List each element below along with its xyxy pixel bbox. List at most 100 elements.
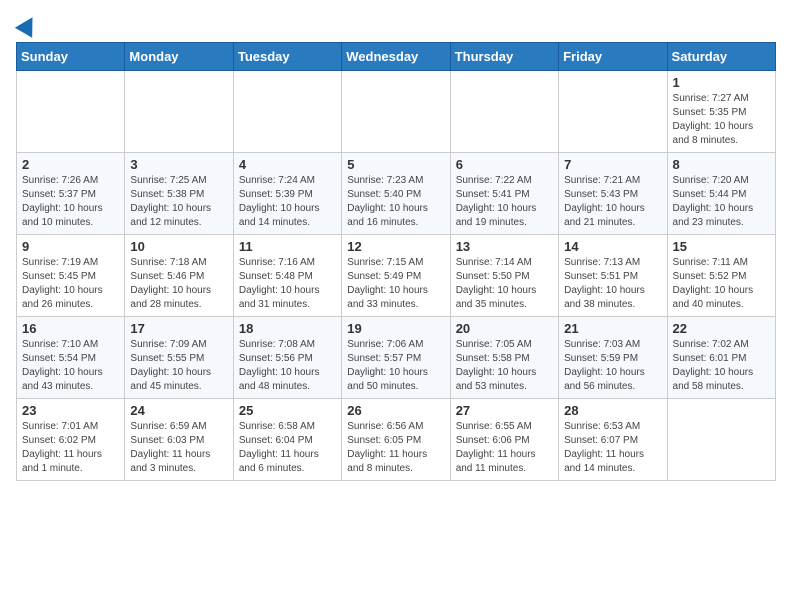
day-number: 15 bbox=[673, 239, 770, 254]
day-info: Sunrise: 7:24 AM Sunset: 5:39 PM Dayligh… bbox=[239, 174, 336, 230]
day-info: Sunrise: 7:06 AM Sunset: 5:57 PM Dayligh… bbox=[347, 338, 444, 394]
day-number: 4 bbox=[239, 157, 336, 172]
calendar-cell: 1 Sunrise: 7:27 AM Sunset: 5:35 PM Daylig… bbox=[667, 71, 775, 153]
calendar-week-4: 16 Sunrise: 7:10 AM Sunset: 5:54 PM Dayli… bbox=[17, 317, 776, 399]
calendar-week-1: 1 Sunrise: 7:27 AM Sunset: 5:35 PM Daylig… bbox=[17, 71, 776, 153]
page-header bbox=[16, 16, 776, 34]
calendar-cell: 5 Sunrise: 7:23 AM Sunset: 5:40 PM Daylig… bbox=[342, 153, 450, 235]
day-number: 24 bbox=[130, 403, 227, 418]
day-info: Sunrise: 7:21 AM Sunset: 5:43 PM Dayligh… bbox=[564, 174, 661, 230]
calendar-week-2: 2 Sunrise: 7:26 AM Sunset: 5:37 PM Daylig… bbox=[17, 153, 776, 235]
calendar-cell: 20 Sunrise: 7:05 AM Sunset: 5:58 PM Dayli… bbox=[450, 317, 558, 399]
day-info: Sunrise: 7:22 AM Sunset: 5:41 PM Dayligh… bbox=[456, 174, 553, 230]
calendar-cell: 12 Sunrise: 7:15 AM Sunset: 5:49 PM Dayli… bbox=[342, 235, 450, 317]
day-number: 18 bbox=[239, 321, 336, 336]
day-info: Sunrise: 7:10 AM Sunset: 5:54 PM Dayligh… bbox=[22, 338, 119, 394]
day-number: 8 bbox=[673, 157, 770, 172]
calendar-cell: 4 Sunrise: 7:24 AM Sunset: 5:39 PM Daylig… bbox=[233, 153, 341, 235]
calendar-cell: 9 Sunrise: 7:19 AM Sunset: 5:45 PM Daylig… bbox=[17, 235, 125, 317]
calendar-cell bbox=[17, 71, 125, 153]
day-info: Sunrise: 7:14 AM Sunset: 5:50 PM Dayligh… bbox=[456, 256, 553, 312]
day-number: 14 bbox=[564, 239, 661, 254]
day-info: Sunrise: 6:56 AM Sunset: 6:05 PM Dayligh… bbox=[347, 420, 444, 476]
calendar-table: SundayMondayTuesdayWednesdayThursdayFrid… bbox=[16, 42, 776, 481]
day-info: Sunrise: 6:59 AM Sunset: 6:03 PM Dayligh… bbox=[130, 420, 227, 476]
day-number: 25 bbox=[239, 403, 336, 418]
calendar-cell: 2 Sunrise: 7:26 AM Sunset: 5:37 PM Daylig… bbox=[17, 153, 125, 235]
calendar-cell: 7 Sunrise: 7:21 AM Sunset: 5:43 PM Daylig… bbox=[559, 153, 667, 235]
day-header-monday: Monday bbox=[125, 43, 233, 71]
calendar-cell: 8 Sunrise: 7:20 AM Sunset: 5:44 PM Daylig… bbox=[667, 153, 775, 235]
day-info: Sunrise: 7:26 AM Sunset: 5:37 PM Dayligh… bbox=[22, 174, 119, 230]
calendar-cell: 13 Sunrise: 7:14 AM Sunset: 5:50 PM Dayli… bbox=[450, 235, 558, 317]
calendar-cell: 6 Sunrise: 7:22 AM Sunset: 5:41 PM Daylig… bbox=[450, 153, 558, 235]
calendar-header-row: SundayMondayTuesdayWednesdayThursdayFrid… bbox=[17, 43, 776, 71]
calendar-cell: 16 Sunrise: 7:10 AM Sunset: 5:54 PM Dayli… bbox=[17, 317, 125, 399]
calendar-cell: 22Sunrise: 7:02 AM Sunset: 6:01 PM Dayli… bbox=[667, 317, 775, 399]
calendar-cell: 21 Sunrise: 7:03 AM Sunset: 5:59 PM Dayli… bbox=[559, 317, 667, 399]
day-info: Sunrise: 7:08 AM Sunset: 5:56 PM Dayligh… bbox=[239, 338, 336, 394]
day-header-wednesday: Wednesday bbox=[342, 43, 450, 71]
day-number: 23 bbox=[22, 403, 119, 418]
day-number: 1 bbox=[673, 75, 770, 90]
day-number: 20 bbox=[456, 321, 553, 336]
day-number: 9 bbox=[22, 239, 119, 254]
day-number: 12 bbox=[347, 239, 444, 254]
day-info: Sunrise: 7:23 AM Sunset: 5:40 PM Dayligh… bbox=[347, 174, 444, 230]
calendar-cell: 23 Sunrise: 7:01 AM Sunset: 6:02 PM Dayli… bbox=[17, 399, 125, 481]
day-header-saturday: Saturday bbox=[667, 43, 775, 71]
day-info: Sunrise: 6:55 AM Sunset: 6:06 PM Dayligh… bbox=[456, 420, 553, 476]
calendar-week-5: 23 Sunrise: 7:01 AM Sunset: 6:02 PM Dayli… bbox=[17, 399, 776, 481]
calendar-cell bbox=[667, 399, 775, 481]
calendar-cell bbox=[450, 71, 558, 153]
day-number: 11 bbox=[239, 239, 336, 254]
day-number: 6 bbox=[456, 157, 553, 172]
day-info: Sunrise: 7:20 AM Sunset: 5:44 PM Dayligh… bbox=[673, 174, 770, 230]
calendar-cell: 24 Sunrise: 6:59 AM Sunset: 6:03 PM Dayli… bbox=[125, 399, 233, 481]
calendar-cell: 10 Sunrise: 7:18 AM Sunset: 5:46 PM Dayli… bbox=[125, 235, 233, 317]
calendar-cell bbox=[342, 71, 450, 153]
day-header-friday: Friday bbox=[559, 43, 667, 71]
calendar-cell: 27 Sunrise: 6:55 AM Sunset: 6:06 PM Dayli… bbox=[450, 399, 558, 481]
day-header-tuesday: Tuesday bbox=[233, 43, 341, 71]
day-info: Sunrise: 7:18 AM Sunset: 5:46 PM Dayligh… bbox=[130, 256, 227, 312]
day-header-sunday: Sunday bbox=[17, 43, 125, 71]
day-info: Sunrise: 6:53 AM Sunset: 6:07 PM Dayligh… bbox=[564, 420, 661, 476]
day-number: 7 bbox=[564, 157, 661, 172]
calendar-cell: 26Sunrise: 6:56 AM Sunset: 6:05 PM Dayli… bbox=[342, 399, 450, 481]
day-info: Sunrise: 6:58 AM Sunset: 6:04 PM Dayligh… bbox=[239, 420, 336, 476]
day-info: Sunrise: 7:02 AM Sunset: 6:01 PM Dayligh… bbox=[673, 338, 770, 394]
day-info: Sunrise: 7:05 AM Sunset: 5:58 PM Dayligh… bbox=[456, 338, 553, 394]
day-info: Sunrise: 7:03 AM Sunset: 5:59 PM Dayligh… bbox=[564, 338, 661, 394]
day-number: 21 bbox=[564, 321, 661, 336]
calendar-cell: 19 Sunrise: 7:06 AM Sunset: 5:57 PM Dayli… bbox=[342, 317, 450, 399]
calendar-cell: 14 Sunrise: 7:13 AM Sunset: 5:51 PM Dayli… bbox=[559, 235, 667, 317]
day-info: Sunrise: 7:13 AM Sunset: 5:51 PM Dayligh… bbox=[564, 256, 661, 312]
day-number: 5 bbox=[347, 157, 444, 172]
day-info: Sunrise: 7:25 AM Sunset: 5:38 PM Dayligh… bbox=[130, 174, 227, 230]
calendar-cell: 11Sunrise: 7:16 AM Sunset: 5:48 PM Dayli… bbox=[233, 235, 341, 317]
calendar-cell bbox=[559, 71, 667, 153]
day-number: 27 bbox=[456, 403, 553, 418]
day-info: Sunrise: 7:27 AM Sunset: 5:35 PM Dayligh… bbox=[673, 92, 770, 148]
day-info: Sunrise: 7:11 AM Sunset: 5:52 PM Dayligh… bbox=[673, 256, 770, 312]
day-number: 28 bbox=[564, 403, 661, 418]
day-number: 2 bbox=[22, 157, 119, 172]
day-info: Sunrise: 7:19 AM Sunset: 5:45 PM Dayligh… bbox=[22, 256, 119, 312]
logo-triangle-icon bbox=[15, 12, 41, 38]
day-number: 16 bbox=[22, 321, 119, 336]
day-number: 17 bbox=[130, 321, 227, 336]
logo bbox=[16, 16, 40, 34]
calendar-cell: 18 Sunrise: 7:08 AM Sunset: 5:56 PM Dayli… bbox=[233, 317, 341, 399]
calendar-cell bbox=[125, 71, 233, 153]
day-header-thursday: Thursday bbox=[450, 43, 558, 71]
day-number: 10 bbox=[130, 239, 227, 254]
calendar-cell: 15 Sunrise: 7:11 AM Sunset: 5:52 PM Dayli… bbox=[667, 235, 775, 317]
day-info: Sunrise: 7:01 AM Sunset: 6:02 PM Dayligh… bbox=[22, 420, 119, 476]
calendar-cell: 17Sunrise: 7:09 AM Sunset: 5:55 PM Dayli… bbox=[125, 317, 233, 399]
calendar-cell: 25 Sunrise: 6:58 AM Sunset: 6:04 PM Dayli… bbox=[233, 399, 341, 481]
calendar-week-3: 9 Sunrise: 7:19 AM Sunset: 5:45 PM Daylig… bbox=[17, 235, 776, 317]
day-number: 19 bbox=[347, 321, 444, 336]
day-info: Sunrise: 7:15 AM Sunset: 5:49 PM Dayligh… bbox=[347, 256, 444, 312]
day-number: 13 bbox=[456, 239, 553, 254]
